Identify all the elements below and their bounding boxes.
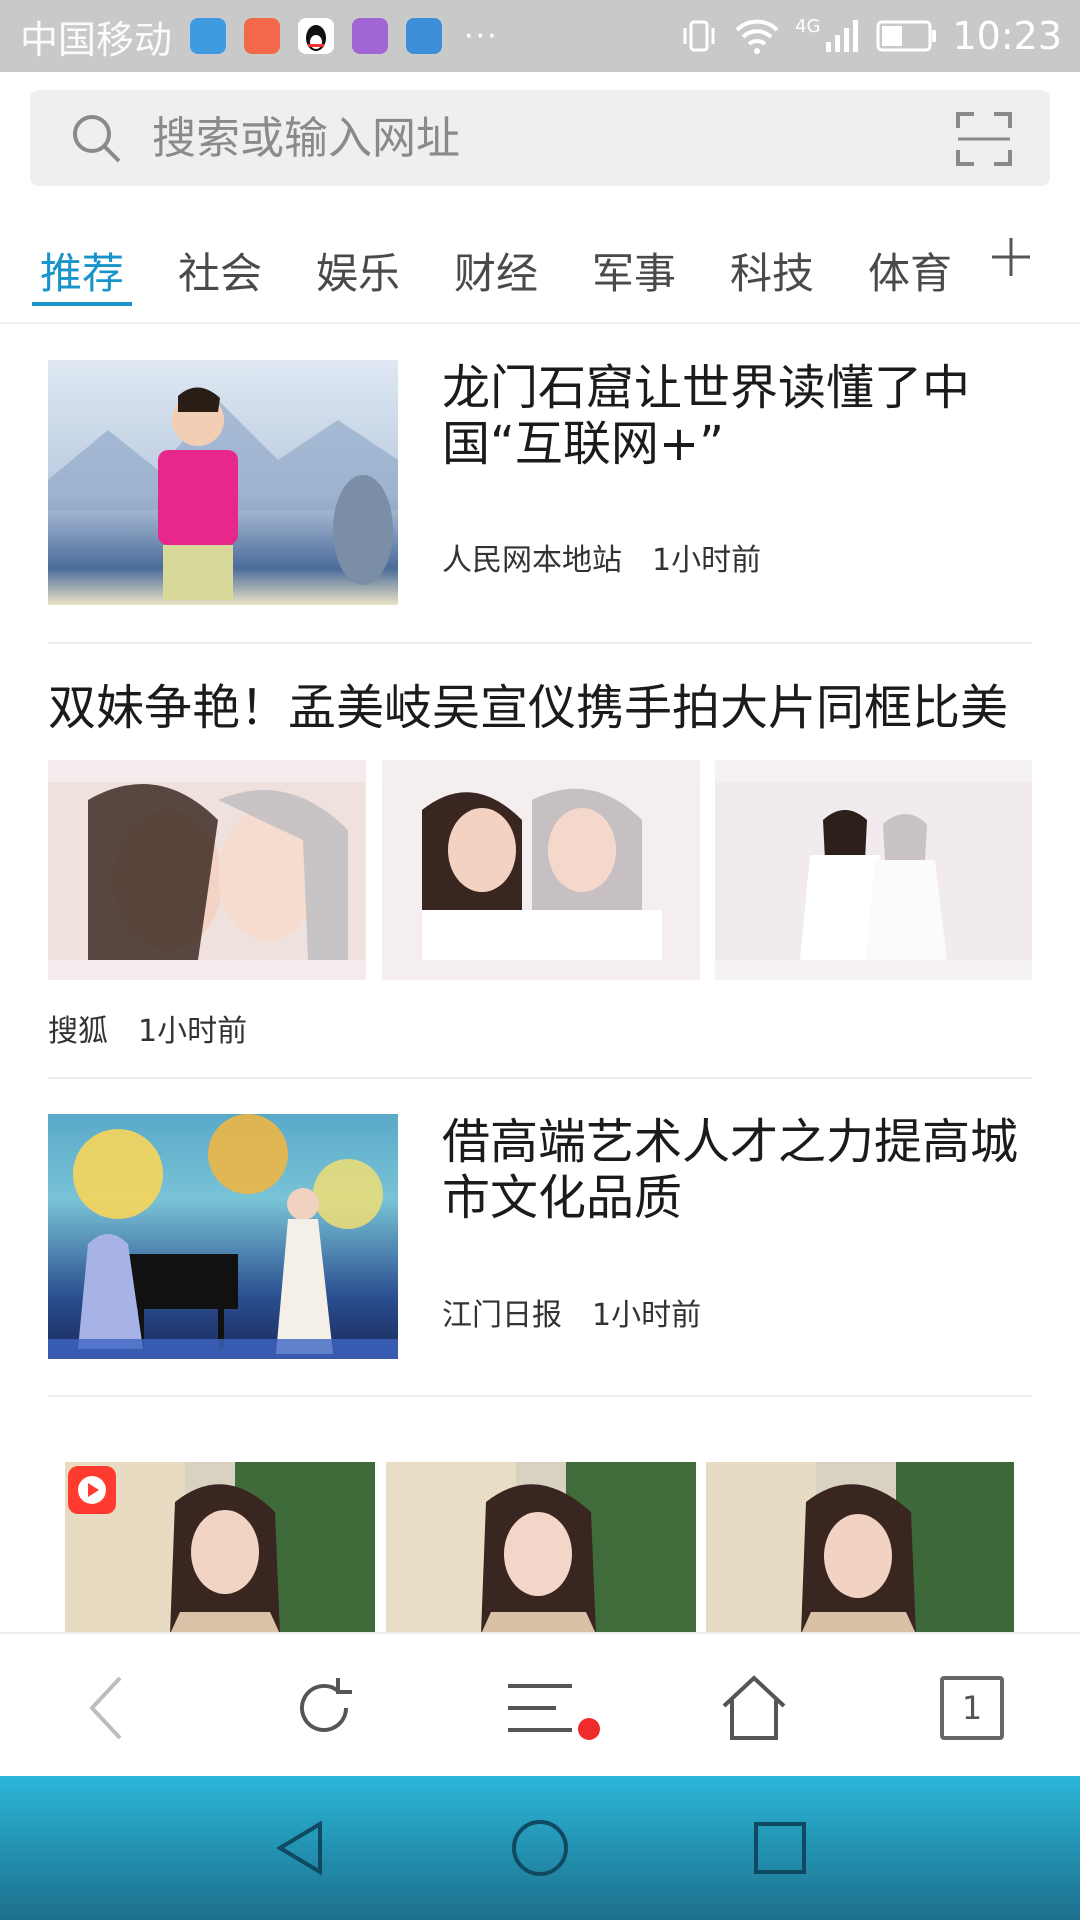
refresh-icon[interactable]: [288, 1672, 360, 1744]
active-tab-indicator: [32, 302, 132, 306]
tab-entertainment[interactable]: 娱乐: [316, 240, 400, 301]
search-placeholder: 搜索或输入网址: [152, 113, 460, 164]
article-title: 龙门石窟让世界读懂了中 国“互联网+”: [442, 360, 970, 472]
add-tab-icon[interactable]: [988, 234, 1034, 280]
article-source: 江门日报: [442, 1298, 562, 1333]
article-image: [48, 760, 366, 980]
article-image: [382, 760, 700, 980]
article-meta: 江门日报 1小时前: [442, 1290, 701, 1334]
battery-icon: [876, 20, 937, 52]
wifi-icon: [735, 19, 779, 54]
browser-app-icon: [190, 18, 227, 54]
title-line: 龙门石窟让世界读懂了中: [442, 360, 971, 416]
notes-app-icon: [406, 18, 443, 54]
tab-military[interactable]: 军事: [592, 240, 676, 301]
article-thumbnail: [48, 360, 398, 605]
article-source: 人民网本地站: [442, 543, 622, 578]
article-time: 1小时前: [592, 1298, 702, 1333]
scissors-app-icon: [244, 18, 281, 54]
clock: 10:23: [952, 14, 1062, 58]
divider: [48, 1395, 1032, 1397]
category-tabs: 推荐 社会 娱乐 财经 军事 科技 体育: [0, 230, 1080, 324]
tab-finance[interactable]: 财经: [454, 240, 538, 301]
carrier-label: 中国移动: [20, 17, 173, 62]
title-line: 市文化品质: [442, 1170, 683, 1226]
network-type-label: 4G: [795, 15, 821, 37]
search-icon: [73, 115, 121, 163]
divider: [48, 642, 1032, 644]
title-line: 国“互联网+”: [442, 416, 724, 472]
home-icon[interactable]: [718, 1672, 790, 1744]
system-navigation-bar: [0, 1776, 1080, 1920]
article-meta: 搜狐 1小时前: [48, 1006, 247, 1050]
vibrate-icon: [683, 20, 715, 52]
tab-switcher-button[interactable]: 1: [940, 1676, 1004, 1740]
tab-recommend[interactable]: 推荐: [40, 240, 124, 301]
scan-icon[interactable]: [956, 112, 1012, 166]
qq-penguin-icon: [298, 18, 335, 54]
tab-society[interactable]: 社会: [178, 240, 262, 301]
menu-icon[interactable]: [504, 1672, 576, 1744]
gallery-app-icon: [352, 18, 389, 54]
back-icon[interactable]: [72, 1672, 144, 1744]
browser-toolbar: 1: [0, 1632, 1080, 1776]
status-bar: 中国移动 ··· 4G 10:23: [0, 0, 1080, 72]
article-thumbnail: [48, 1114, 398, 1359]
article-title: 双妹争艳！孟美岐吴宣仪携手拍大片同框比美: [48, 680, 1009, 736]
nav-home-icon[interactable]: [508, 1816, 572, 1880]
article-meta: 人民网本地站 1小时前: [442, 535, 761, 579]
article-time: 1小时前: [138, 1014, 248, 1049]
video-thumbnail: [706, 1462, 1014, 1634]
signal-icon: [826, 20, 859, 52]
nav-recents-icon[interactable]: [748, 1816, 812, 1880]
video-thumbnail: [386, 1462, 696, 1634]
nav-back-icon[interactable]: [268, 1816, 332, 1880]
notification-dot: [578, 1718, 600, 1740]
article-time: 1小时前: [652, 543, 762, 578]
tab-sports[interactable]: 体育: [868, 240, 952, 301]
address-search-bar[interactable]: 搜索或输入网址: [30, 90, 1050, 186]
title-line: 借高端艺术人才之力提高城: [442, 1114, 1019, 1170]
article-image: [715, 760, 1032, 980]
article-source: 搜狐: [48, 1014, 108, 1049]
more-notifications-icon: ···: [464, 18, 499, 54]
tab-technology[interactable]: 科技: [730, 240, 814, 301]
video-app-badge-icon: [68, 1466, 116, 1514]
article-title: 借高端艺术人才之力提高城 市文化品质: [442, 1114, 1018, 1226]
divider: [48, 1077, 1032, 1079]
